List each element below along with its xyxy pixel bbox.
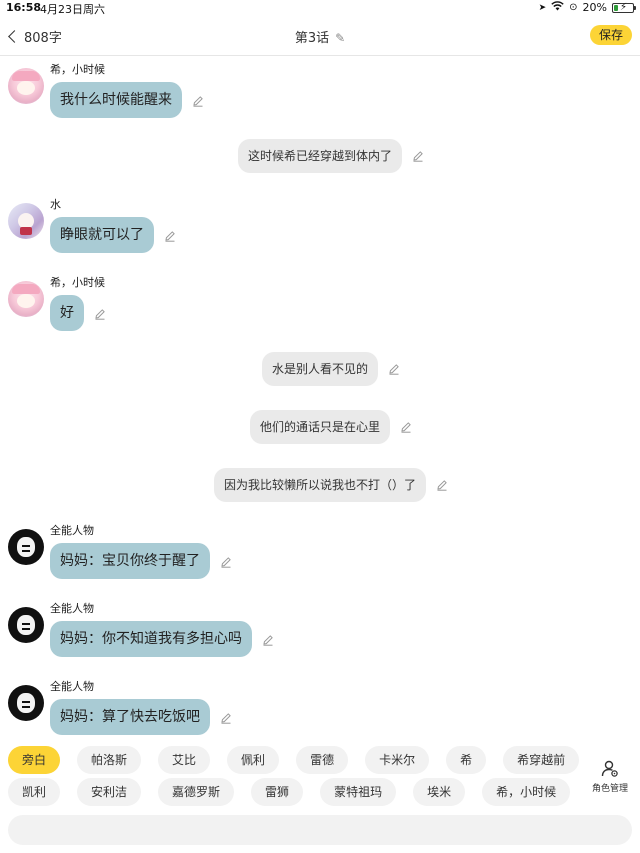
character-avatar[interactable] [8, 529, 44, 565]
role-chip[interactable]: 嘉德罗斯 [158, 778, 235, 806]
role-chip[interactable]: 帕洛斯 [77, 746, 142, 774]
character-avatar[interactable] [8, 281, 44, 317]
nav-bar: 808字 第3话 ✎ 保存 [0, 18, 640, 56]
role-manage-label: 角色管理 [591, 784, 628, 794]
role-chips-row-1[interactable]: 旁白帕洛斯艾比佩利雷德卡米尔希希穿越前希 [8, 746, 580, 776]
status-right: ➤ ⊙ 20% ⚡ [538, 1, 636, 14]
role-chip[interactable]: 蒙特祖玛 [320, 778, 397, 806]
role-chip[interactable]: 艾比 [158, 746, 211, 774]
edit-icon[interactable] [262, 634, 274, 646]
character-avatar[interactable] [8, 607, 44, 643]
save-button[interactable]: 保存 [590, 25, 632, 45]
narration-bubble[interactable]: 他们的通话只是在心里 [249, 410, 390, 444]
role-chip[interactable]: 雷狮 [251, 778, 304, 806]
message-bubble[interactable]: 我什么时候能醒来 [50, 82, 182, 118]
edit-icon[interactable] [164, 230, 176, 242]
role-chip[interactable]: 安利洁 [77, 778, 142, 806]
role-chip[interactable]: 埃米 [413, 778, 466, 806]
edit-icon[interactable] [192, 95, 204, 107]
edit-icon[interactable] [436, 479, 448, 491]
role-manage-button[interactable]: 角色管理 [588, 760, 632, 794]
character-avatar[interactable] [8, 685, 44, 721]
role-selector: 旁白帕洛斯艾比佩利雷德卡米尔希希穿越前希 凯利安利洁嘉德罗斯雷狮蒙特祖玛埃米希，… [0, 740, 640, 812]
edit-icon[interactable] [220, 712, 232, 724]
status-date: 4月23日周六 [40, 3, 105, 16]
edit-icon[interactable] [400, 421, 412, 433]
role-chip[interactable]: 旁白 [8, 746, 61, 774]
role-chips-row-2[interactable]: 凯利安利洁嘉德罗斯雷狮蒙特祖玛埃米希，小时候安迷修 [8, 778, 580, 808]
narration-bubble[interactable]: 水是别人看不见的 [261, 352, 378, 386]
role-chip[interactable]: 卡米尔 [365, 746, 430, 774]
person-settings-icon [601, 760, 618, 777]
edit-icon[interactable] [412, 150, 424, 162]
character-avatar[interactable] [8, 203, 44, 239]
narration-bubble[interactable]: 因为我比较懒所以说我也不打（）了 [213, 468, 426, 502]
message-bubble[interactable]: 妈妈：算了快去吃饭吧 [50, 699, 210, 735]
battery-icon: ⚡ [612, 2, 636, 13]
speaker-name: 全能人物 [50, 524, 94, 537]
role-chip[interactable]: 希穿越前 [503, 746, 580, 774]
role-chip[interactable]: 希，小时候 [482, 778, 571, 806]
narration-bubble[interactable]: 这时候希已经穿越到体内了 [237, 139, 402, 173]
location-icon: ➤ [538, 2, 547, 13]
wifi-icon [551, 1, 564, 14]
pencil-icon[interactable]: ✎ [335, 31, 345, 45]
battery-percent: 20% [582, 1, 607, 14]
rotation-lock-icon: ⊙ [569, 2, 578, 13]
role-chip[interactable]: 佩利 [227, 746, 280, 774]
edit-icon[interactable] [94, 308, 106, 320]
message-bubble[interactable]: 好 [50, 295, 84, 331]
message-input[interactable] [8, 815, 632, 845]
speaker-name: 希，小时候 [50, 276, 105, 289]
status-time: 16:58 [6, 1, 42, 14]
role-chip[interactable]: 凯利 [8, 778, 61, 806]
edit-icon[interactable] [220, 556, 232, 568]
chapter-title-text: 第3话 [294, 31, 330, 46]
message-bubble[interactable]: 睁眼就可以了 [50, 217, 154, 253]
edit-icon[interactable] [388, 363, 400, 375]
chat-area[interactable]: 希，小时候 我什么时候能醒来 这时候希已经穿越到体内了水睁眼就可以了 希，小时候好水是… [0, 57, 640, 737]
speaker-name: 全能人物 [50, 680, 94, 693]
character-avatar[interactable] [8, 68, 44, 104]
message-bubble[interactable]: 妈妈：宝贝你终于醒了 [50, 543, 210, 579]
speaker-name: 全能人物 [50, 602, 94, 615]
speaker-name: 水 [50, 198, 61, 211]
role-chip[interactable]: 希 [446, 746, 487, 774]
role-chip[interactable]: 雷德 [296, 746, 349, 774]
speaker-name: 希，小时候 [50, 63, 105, 76]
chapter-title[interactable]: 第3话 ✎ [0, 27, 640, 46]
message-bubble[interactable]: 妈妈：你不知道我有多担心吗 [50, 621, 252, 657]
status-bar: 16:58 4月23日周六 ➤ ⊙ 20% ⚡ [0, 0, 640, 16]
